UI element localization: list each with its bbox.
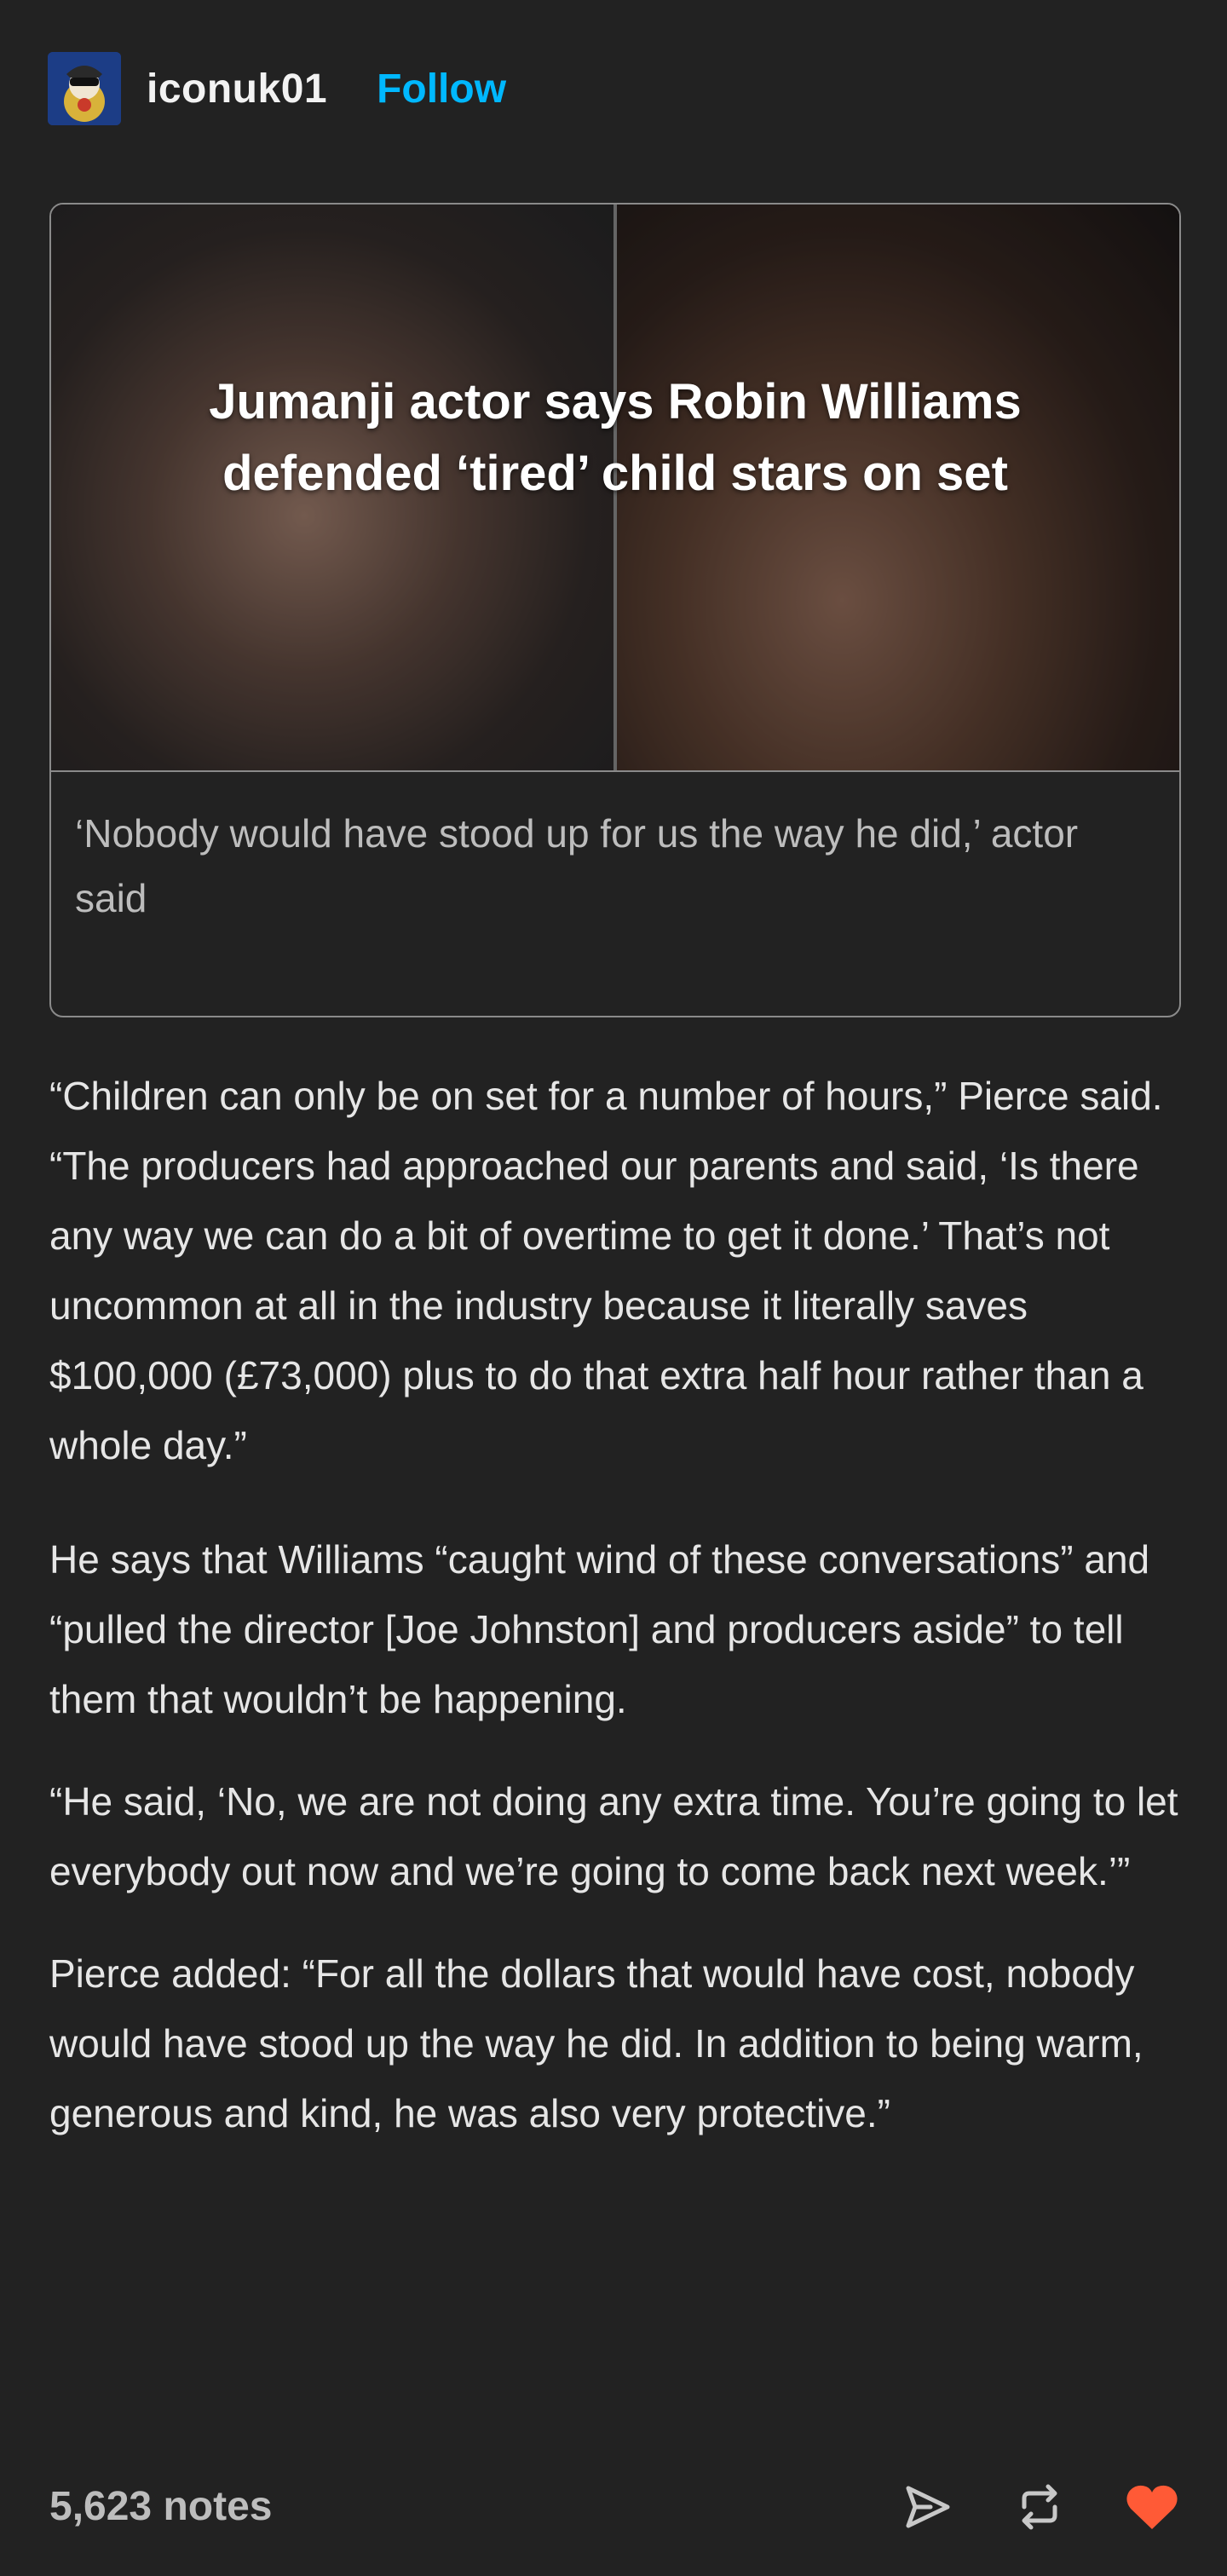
paragraph: He says that Williams “caught wind of th… xyxy=(49,1537,1150,1721)
like-button[interactable] xyxy=(1121,2476,1183,2538)
link-card-description: ‘Nobody would have stood up for us the w… xyxy=(75,811,1079,920)
post-body: “Children can only be on set for a numbe… xyxy=(49,1061,1183,2193)
paragraph: “He said, ‘No, we are not doing any extr… xyxy=(49,1779,1178,1893)
avatar-icon xyxy=(48,52,121,125)
share-button[interactable] xyxy=(896,2476,958,2538)
tumblr-post: iconuk01 Follow Jumanji actor says Robin… xyxy=(0,0,1227,2576)
follow-button[interactable]: Follow xyxy=(377,66,506,112)
paragraph: “Children can only be on set for a numbe… xyxy=(49,1074,1163,1467)
paragraph: Pierce added: “For all the dollars that … xyxy=(49,1951,1143,2135)
username[interactable]: iconuk01 xyxy=(147,66,327,112)
post-footer: 5,623 notes xyxy=(49,2471,1183,2543)
heart-icon xyxy=(1126,2485,1178,2529)
reblog-icon xyxy=(1022,2484,1057,2530)
link-card-image: Jumanji actor says Robin Williams defend… xyxy=(51,205,1179,770)
avatar[interactable] xyxy=(48,52,121,125)
notes-count[interactable]: 5,623 notes xyxy=(49,2483,272,2530)
share-icon xyxy=(906,2486,950,2528)
link-card[interactable]: Jumanji actor says Robin Williams defend… xyxy=(49,203,1181,1017)
card-divider xyxy=(51,770,1179,772)
post-header: iconuk01 Follow xyxy=(48,49,506,128)
post-actions xyxy=(845,2471,1183,2543)
link-card-title: Jumanji actor says Robin Williams defend… xyxy=(209,374,1022,501)
reblog-button[interactable] xyxy=(1009,2476,1070,2538)
